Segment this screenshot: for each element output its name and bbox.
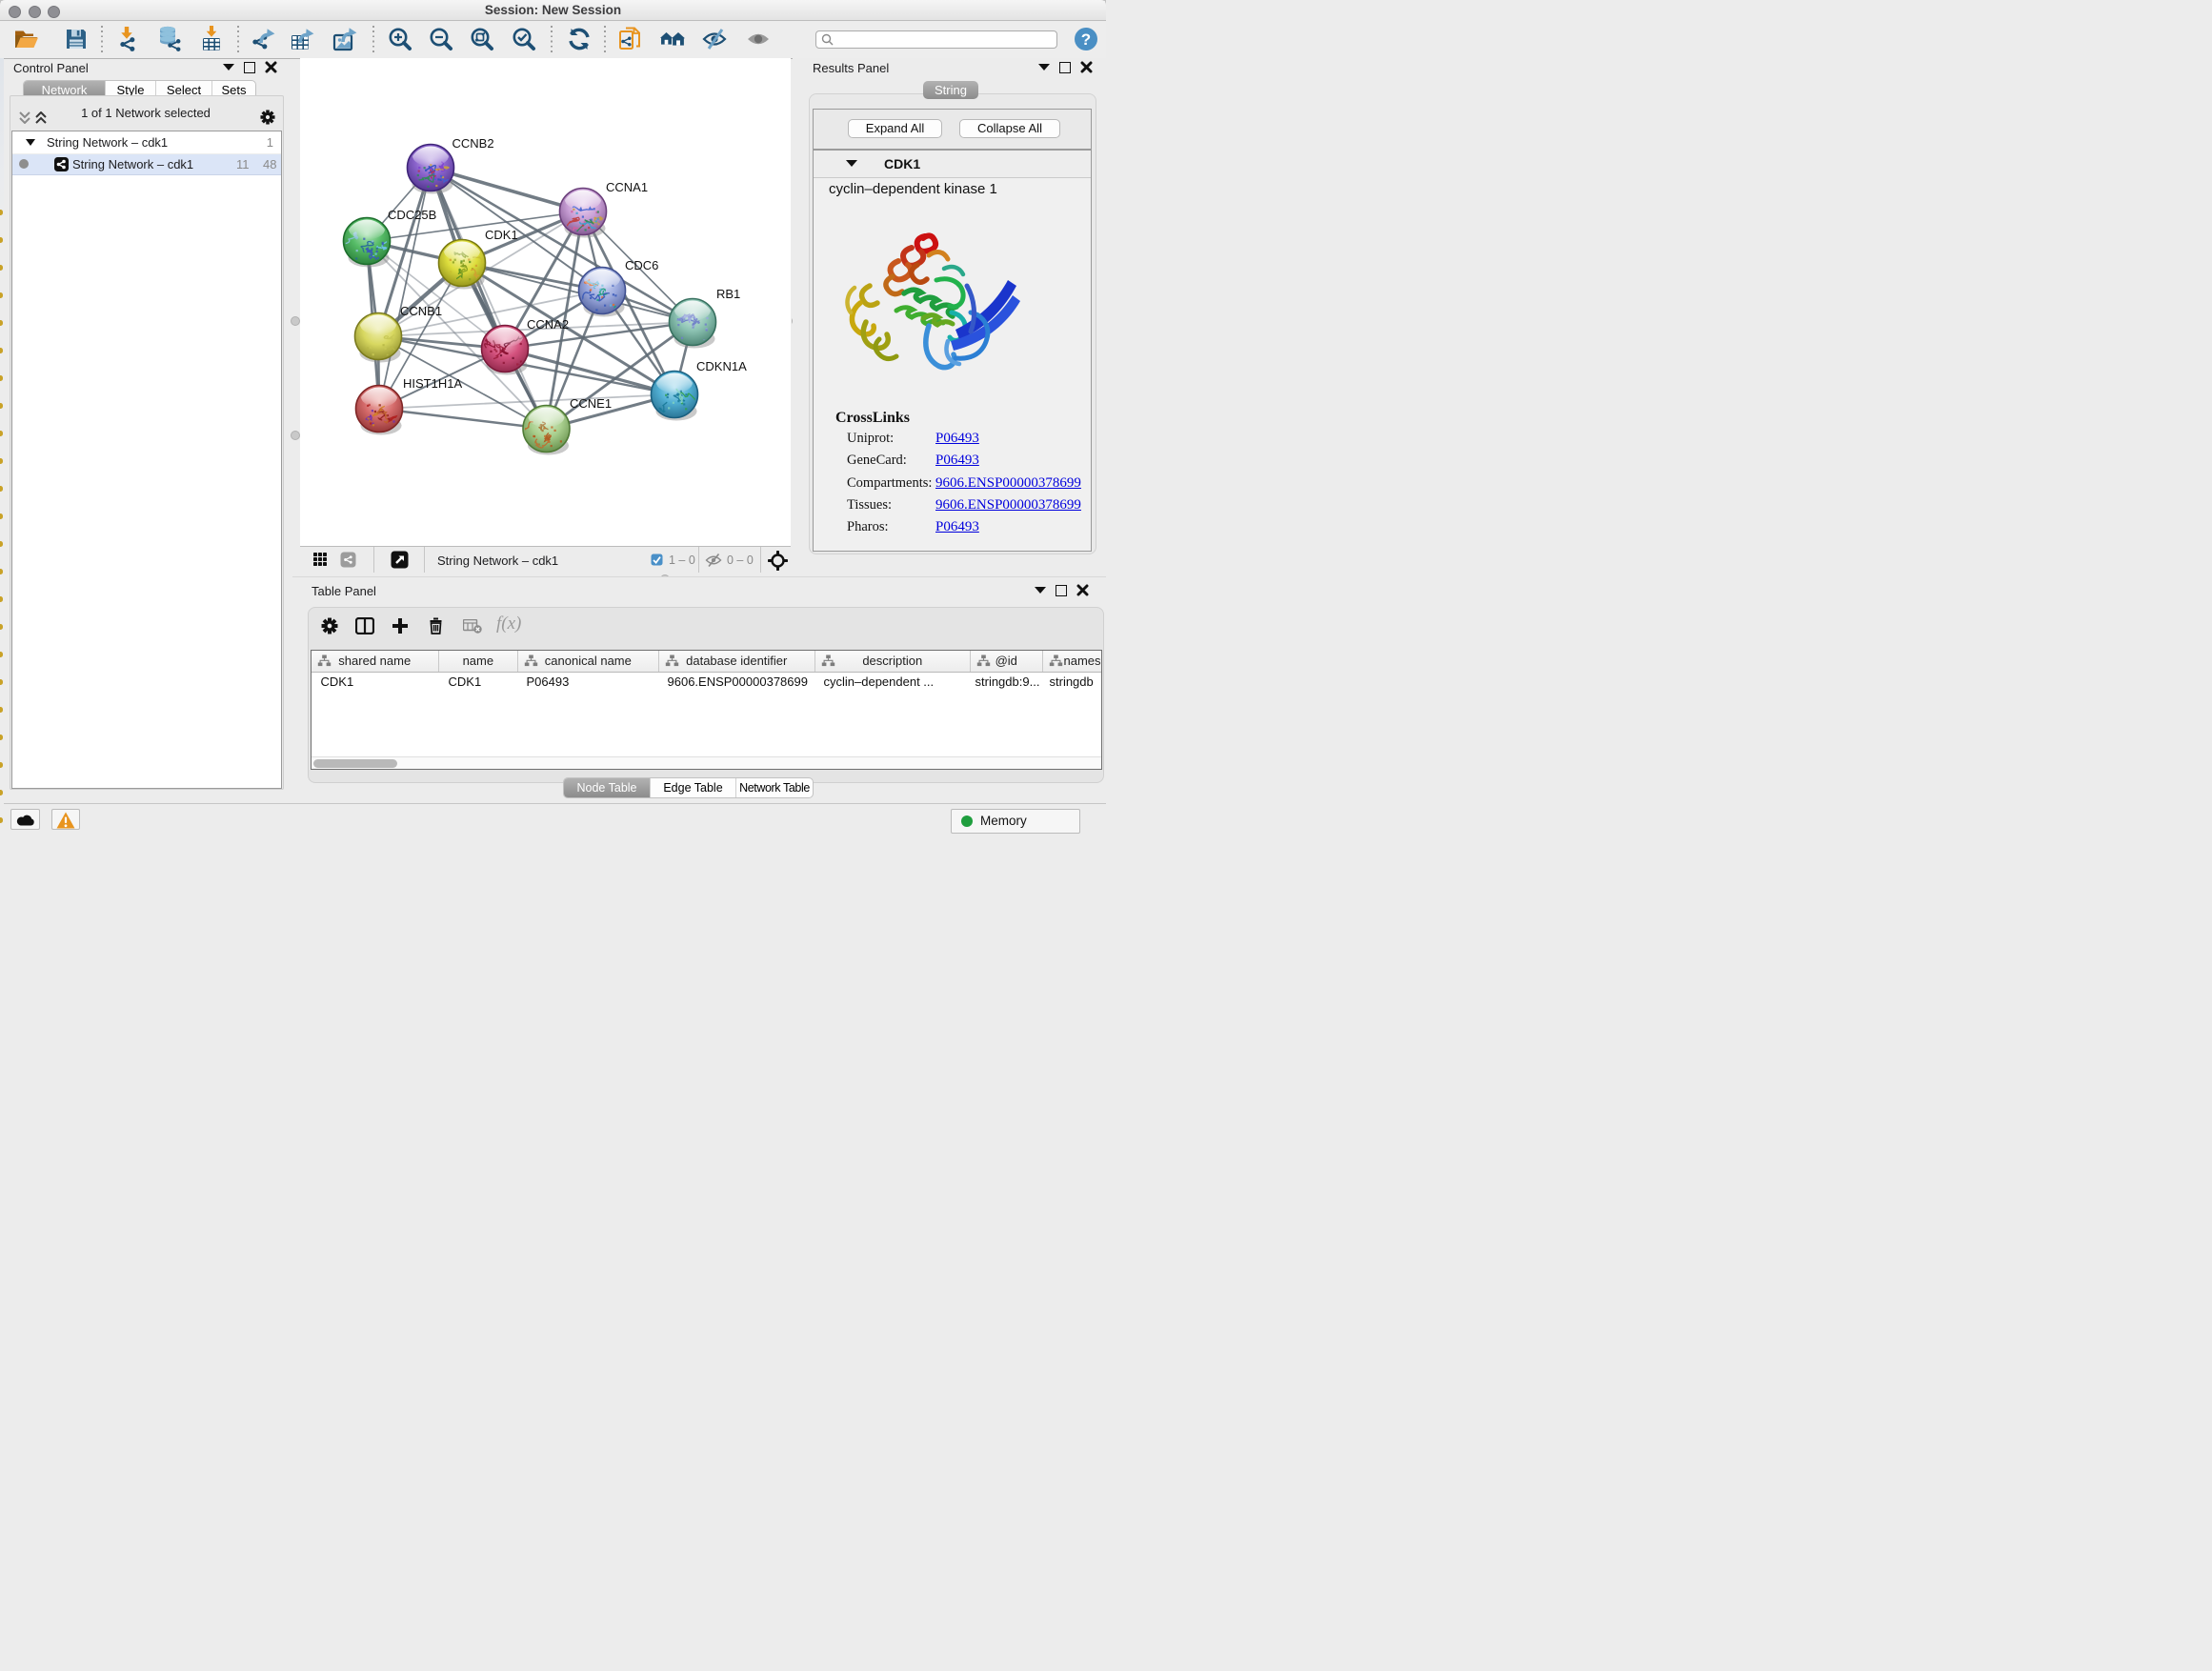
- svg-text:CCNB1: CCNB1: [400, 304, 442, 318]
- svg-text:CCNE1: CCNE1: [570, 396, 612, 411]
- svg-text:?: ?: [1081, 30, 1091, 49]
- svg-text:CCNA1: CCNA1: [606, 180, 648, 194]
- svg-text:CDK1: CDK1: [485, 228, 518, 242]
- svg-text:CCNB2: CCNB2: [452, 136, 494, 151]
- svg-text:HIST1H1A: HIST1H1A: [403, 376, 462, 391]
- svg-text:CDKN1A: CDKN1A: [696, 359, 747, 373]
- svg-text:CDC25B: CDC25B: [388, 208, 436, 222]
- svg-text:RB1: RB1: [716, 287, 740, 301]
- svg-text:CCNA2: CCNA2: [527, 317, 569, 332]
- svg-text:CDC6: CDC6: [625, 258, 658, 272]
